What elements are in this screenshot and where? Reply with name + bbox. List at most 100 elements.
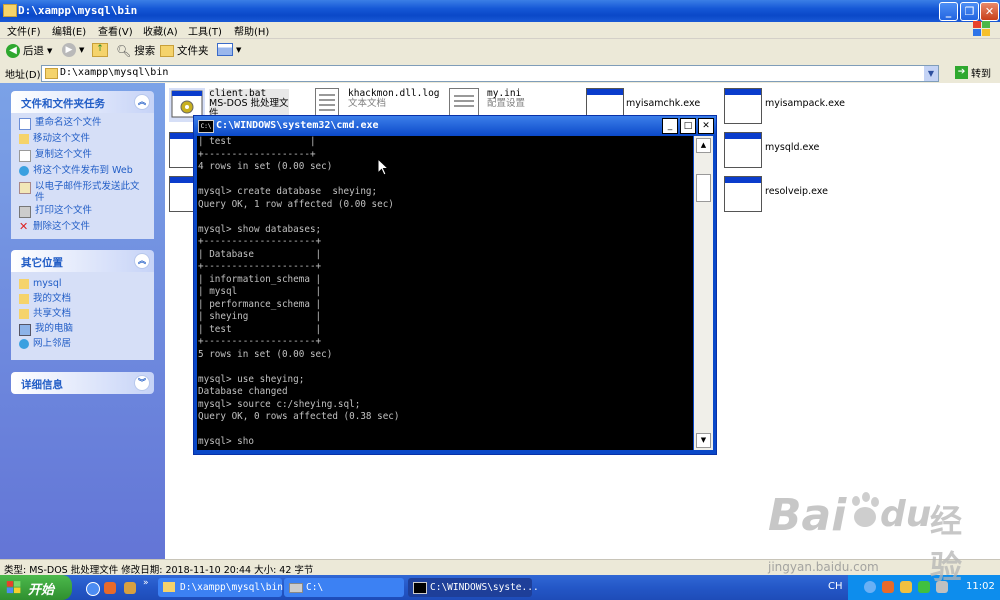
console-line: | sheying | xyxy=(198,311,322,322)
folder-icon xyxy=(19,294,29,304)
task-email[interactable]: 以电子邮件形式发送此文件 xyxy=(19,181,144,203)
taskbar-item-c-drive[interactable]: C:\ xyxy=(284,578,404,597)
tray-icon[interactable] xyxy=(900,581,912,593)
tray-icon[interactable] xyxy=(864,581,876,593)
quicklaunch-icon[interactable] xyxy=(124,582,136,594)
file-khackmon-log[interactable]: khackmon.dll.log 文本文档 xyxy=(348,89,440,109)
console-output[interactable]: | test | +-------------------+ 4 rows in s… xyxy=(197,136,693,450)
task-move[interactable]: 移动这个文件 xyxy=(19,133,90,144)
console-line: +--------------------+ xyxy=(198,261,322,272)
go-button[interactable]: ➔ 转到 xyxy=(955,65,991,80)
tray-icon[interactable] xyxy=(918,581,930,593)
places-panel-title: 其它位置 xyxy=(21,257,63,269)
menu-bar: 文件(F) 编辑(E) 查看(V) 收藏(A) 工具(T) 帮助(H) xyxy=(0,22,1000,39)
file-myisampack[interactable]: myisampack.exe xyxy=(765,99,845,109)
address-label: 地址(D) xyxy=(5,70,41,81)
taskbar-item-cmd[interactable]: C:\WINDOWS\syste... xyxy=(408,578,539,597)
close-button[interactable]: ✕ xyxy=(980,2,999,21)
details-panel-header[interactable]: 详细信息 ︾ xyxy=(11,372,154,394)
cmd-window[interactable]: C:\ C:\WINDOWS\system32\cmd.exe _ □ ✕ | … xyxy=(193,115,717,455)
chevron-right-icon[interactable]: » xyxy=(143,578,149,588)
file-resolveip[interactable]: resolveip.exe xyxy=(765,187,828,197)
up-folder-button[interactable]: ↑ xyxy=(92,43,108,57)
folders-button[interactable]: 文件夹 xyxy=(160,43,209,58)
place-my-computer[interactable]: 我的电脑 xyxy=(19,323,73,336)
task-label: 以电子邮件形式发送此文件 xyxy=(35,181,140,203)
exe-file-icon[interactable] xyxy=(724,176,762,212)
collapse-icon[interactable]: ︽ xyxy=(134,94,150,110)
file-myisamchk[interactable]: myisamchk.exe xyxy=(626,99,700,109)
tasks-panel-header[interactable]: 文件和文件夹任务 ︽ xyxy=(11,91,154,113)
menu-edit[interactable]: 编辑(E) xyxy=(52,23,86,38)
language-indicator[interactable]: CH xyxy=(828,581,843,592)
address-input[interactable]: D:\xampp\mysql\bin ▼ xyxy=(41,65,939,82)
toolbar: ◀ 后退 ▼ ▶ ▼ ↑ 🔍︎ 搜索 文件夹 ▼ xyxy=(0,39,1000,64)
place-shared-documents[interactable]: 共享文档 xyxy=(19,308,71,319)
task-delete[interactable]: ✕ 删除这个文件 xyxy=(19,221,90,232)
menu-view[interactable]: 查看(V) xyxy=(98,23,133,38)
folder-icon xyxy=(45,68,58,79)
task-rename[interactable]: 重命名这个文件 xyxy=(19,117,102,130)
menu-file[interactable]: 文件(F) xyxy=(7,23,41,38)
taskbar: 开始 » D:\xampp\mysql\bin C:\ C:\WINDOWS\s… xyxy=(0,575,1000,600)
ie-icon[interactable] xyxy=(86,582,100,596)
place-network[interactable]: 网上邻居 xyxy=(19,338,71,349)
task-label: 将这个文件发布到 Web xyxy=(33,165,133,176)
views-button[interactable]: ▼ xyxy=(217,43,241,56)
tray-icon[interactable] xyxy=(882,581,894,593)
scroll-up-icon[interactable]: ▲ xyxy=(696,138,711,153)
printer-icon xyxy=(19,206,31,218)
task-print[interactable]: 打印这个文件 xyxy=(19,205,92,218)
taskbar-item-explorer[interactable]: D:\xampp\mysql\bin xyxy=(158,578,283,597)
place-label: 共享文档 xyxy=(33,308,72,319)
back-button[interactable]: ◀ 后退 ▼ xyxy=(6,43,52,58)
places-panel-header[interactable]: 其它位置 ︽ xyxy=(11,250,154,272)
exe-file-icon[interactable] xyxy=(724,132,762,168)
console-line: +--------------------+ xyxy=(198,236,322,247)
cmd-scrollbar[interactable]: ▲ ▼ xyxy=(694,136,713,450)
place-my-documents[interactable]: 我的文档 xyxy=(19,293,71,304)
search-button[interactable]: 🔍︎ 搜索 xyxy=(116,43,155,58)
search-label: 搜索 xyxy=(134,45,156,57)
console-line: | information_schema | xyxy=(198,273,322,285)
cmd-title-bar[interactable]: C:\ C:\WINDOWS\system32\cmd.exe _ □ ✕ xyxy=(194,116,716,136)
collapse-icon[interactable]: ︽ xyxy=(134,253,150,269)
text-file-icon[interactable] xyxy=(315,88,339,118)
console-line: mysql> show databases; xyxy=(198,223,322,235)
file-my-ini[interactable]: my.ini 配置设置 xyxy=(487,89,525,109)
up-folder-icon: ↑ xyxy=(92,43,108,57)
menu-help[interactable]: 帮助(H) xyxy=(234,23,269,38)
config-file-icon[interactable] xyxy=(449,88,479,118)
maximize-button[interactable]: ❐ xyxy=(960,2,979,21)
forward-button[interactable]: ▶ ▼ xyxy=(62,43,84,57)
expand-icon[interactable]: ︾ xyxy=(134,375,150,391)
scroll-thumb[interactable] xyxy=(696,174,711,202)
places-panel-body: mysql 我的文档 共享文档 我的电脑 网上邻居 xyxy=(11,272,154,360)
cmd-maximize-button[interactable]: □ xyxy=(680,118,696,134)
chevron-down-icon[interactable]: ▼ xyxy=(924,66,938,81)
console-line: 5 rows in set (0.00 sec) xyxy=(198,348,333,360)
task-label: 复制这个文件 xyxy=(35,149,93,160)
exe-file-icon[interactable] xyxy=(724,88,762,124)
computer-icon xyxy=(19,324,31,336)
menu-favorites[interactable]: 收藏(A) xyxy=(143,23,178,38)
task-copy[interactable]: 复制这个文件 xyxy=(19,149,92,162)
quicklaunch-icon[interactable] xyxy=(104,582,116,594)
move-icon xyxy=(19,134,29,144)
start-button[interactable]: 开始 xyxy=(0,575,72,600)
place-mysql[interactable]: mysql xyxy=(19,278,62,289)
delete-icon: ✕ xyxy=(19,220,29,233)
cmd-minimize-button[interactable]: _ xyxy=(662,118,678,134)
scroll-down-icon[interactable]: ▼ xyxy=(696,433,711,448)
explorer-title-bar[interactable]: D:\xampp\mysql\bin _ ❐ ✕ xyxy=(0,0,1000,22)
console-line: | test | xyxy=(198,136,316,147)
minimize-button[interactable]: _ xyxy=(939,2,958,21)
place-label: 网上邻居 xyxy=(33,338,72,349)
file-mysqld[interactable]: mysqld.exe xyxy=(765,143,819,153)
cmd-close-button[interactable]: ✕ xyxy=(698,118,714,134)
menu-tools[interactable]: 工具(T) xyxy=(188,23,222,38)
details-panel-title: 详细信息 xyxy=(21,379,63,391)
task-publish-web[interactable]: 将这个文件发布到 Web xyxy=(19,165,133,176)
status-text: 类型: MS-DOS 批处理文件 修改日期: 2018-11-10 20:44 … xyxy=(4,565,314,576)
cmd-icon: C:\ xyxy=(198,120,214,133)
